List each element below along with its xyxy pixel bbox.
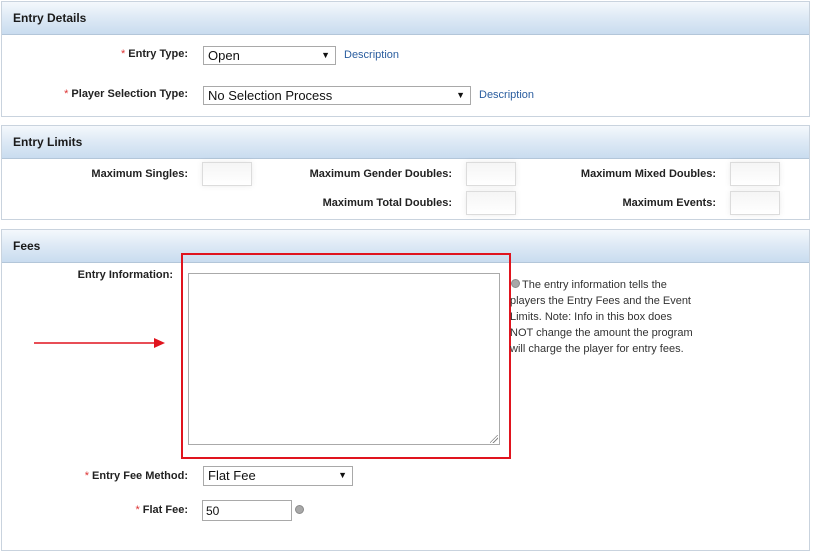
max-events-input[interactable] [730,191,780,215]
max-gender-doubles-label: Maximum Gender Doubles: [309,168,452,180]
resize-handle-icon[interactable] [490,435,498,443]
entry-information-label: Entry Information: [77,269,173,281]
chevron-down-icon: ▼ [321,50,330,60]
max-gender-doubles-input[interactable] [466,162,516,186]
max-singles-label: Maximum Singles: [91,168,188,180]
max-total-doubles-input[interactable] [466,191,516,215]
flat-fee-label: * Flat Fee: [135,504,188,516]
entry-limits-header: Entry Limits [2,126,809,159]
max-mixed-doubles-input[interactable] [730,162,780,186]
max-mixed-doubles-label: Maximum Mixed Doubles: [580,168,716,180]
entry-information-help-text: The entry information tells the players … [510,279,693,355]
entry-type-select[interactable]: Open ▼ [203,46,336,65]
max-total-doubles-label: Maximum Total Doubles: [322,197,452,209]
flat-fee-input[interactable] [202,500,292,521]
player-selection-label: * Player Selection Type: [64,88,188,100]
player-selection-description-link[interactable]: Description [479,89,534,101]
entry-type-label: * Entry Type: [121,48,188,60]
chevron-down-icon: ▼ [338,470,347,480]
entry-type-description-link[interactable]: Description [344,49,399,61]
annotation-arrow [34,338,165,348]
help-icon[interactable] [295,505,304,514]
chevron-down-icon: ▼ [456,90,465,100]
max-singles-input[interactable] [202,162,252,186]
entry-details-header: Entry Details [2,2,809,35]
max-events-label: Maximum Events: [622,197,716,209]
player-selection-select[interactable]: No Selection Process ▼ [203,86,471,105]
entry-fee-method-label: * Entry Fee Method: [84,470,188,482]
entry-information-textarea[interactable] [188,273,500,445]
entry-fee-method-select[interactable]: Flat Fee ▼ [203,466,353,486]
